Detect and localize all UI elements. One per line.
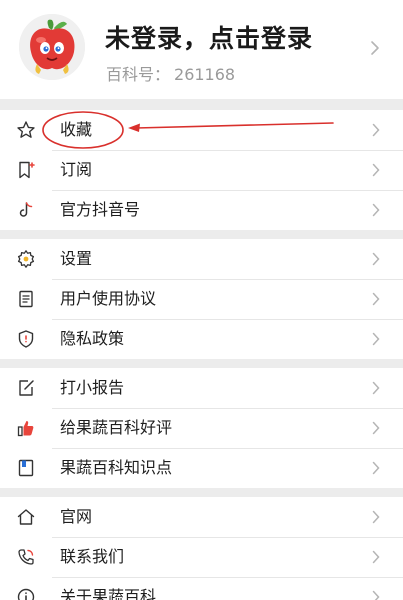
chevron-right-icon — [372, 163, 380, 177]
phone-icon — [18, 549, 34, 565]
tiktok-icon — [19, 202, 33, 217]
menu-item-label: 隐私政策 — [60, 329, 125, 348]
menu-group-1: 收藏 订阅 官方抖音号 — [0, 110, 403, 230]
avatar[interactable] — [19, 14, 85, 80]
chevron-right-icon — [372, 332, 380, 346]
menu-item-privacy-policy[interactable]: 隐私政策 — [0, 319, 403, 359]
login-prompt[interactable]: 未登录，点击登录 — [105, 19, 313, 55]
menu-item-label: 收藏 — [60, 120, 93, 139]
thumbs-up-icon — [17, 421, 34, 437]
baike-id: 百科号： 261168 — [106, 61, 239, 85]
menu-item-favorites[interactable]: 收藏 — [0, 110, 403, 150]
profile-header[interactable]: 未登录，点击登录 百科号： 261168 — [0, 0, 403, 99]
menu-item-report[interactable]: 打小报告 — [0, 368, 403, 408]
menu-group-3: 打小报告 给果蔬百科好评 果蔬百科知识点 — [0, 368, 403, 488]
menu-item-label: 联系我们 — [60, 547, 125, 566]
chevron-right-icon — [372, 252, 380, 266]
chevron-right-icon — [372, 203, 380, 217]
menu-group-2: 设置 用户使用协议 隐私政策 — [0, 239, 403, 359]
document-icon — [19, 290, 33, 308]
menu-item-settings[interactable]: 设置 — [0, 239, 403, 279]
menu-item-label: 果蔬百科知识点 — [60, 458, 173, 477]
menu-item-label: 给果蔬百科好评 — [60, 418, 173, 437]
menu-item-website[interactable]: 官网 — [0, 497, 403, 537]
baike-id-label: 百科号： — [106, 65, 171, 84]
menu-item-label: 官方抖音号 — [60, 200, 141, 219]
menu-item-label: 设置 — [60, 249, 93, 268]
chevron-right-icon — [372, 123, 380, 137]
chevron-right-icon — [372, 381, 380, 395]
menu-group-4: 官网 联系我们 关于果蔬百科 — [0, 497, 403, 600]
bookmark-plus-icon — [19, 161, 35, 179]
info-icon — [17, 588, 35, 600]
book-icon — [18, 459, 34, 477]
edit-icon — [19, 380, 34, 396]
star-icon — [17, 121, 35, 138]
chevron-right-icon — [372, 421, 380, 435]
menu-item-knowledge[interactable]: 果蔬百科知识点 — [0, 448, 403, 488]
chevron-right-icon — [372, 550, 380, 564]
menu-item-user-agreement[interactable]: 用户使用协议 — [0, 279, 403, 319]
menu-item-label: 官网 — [60, 507, 93, 526]
chevron-right-icon — [372, 590, 380, 600]
menu-item-rate-app[interactable]: 给果蔬百科好评 — [0, 408, 403, 448]
chevron-right-icon — [371, 41, 379, 55]
chevron-right-icon — [372, 461, 380, 475]
gear-icon — [17, 250, 35, 268]
chevron-right-icon — [372, 510, 380, 524]
menu-item-label: 用户使用协议 — [60, 289, 157, 308]
menu-item-about[interactable]: 关于果蔬百科 — [0, 577, 403, 600]
shield-icon — [18, 330, 34, 348]
menu-item-subscribe[interactable]: 订阅 — [0, 150, 403, 190]
menu-item-label: 打小报告 — [60, 378, 125, 397]
chevron-right-icon — [372, 292, 380, 306]
home-icon — [17, 509, 35, 525]
baike-id-value: 261168 — [174, 65, 236, 84]
menu-item-contact[interactable]: 联系我们 — [0, 537, 403, 577]
menu-item-douyin[interactable]: 官方抖音号 — [0, 190, 403, 230]
apple-mascot-icon — [19, 14, 85, 80]
menu-item-label: 订阅 — [60, 160, 93, 179]
menu-item-label: 关于果蔬百科 — [60, 587, 157, 600]
